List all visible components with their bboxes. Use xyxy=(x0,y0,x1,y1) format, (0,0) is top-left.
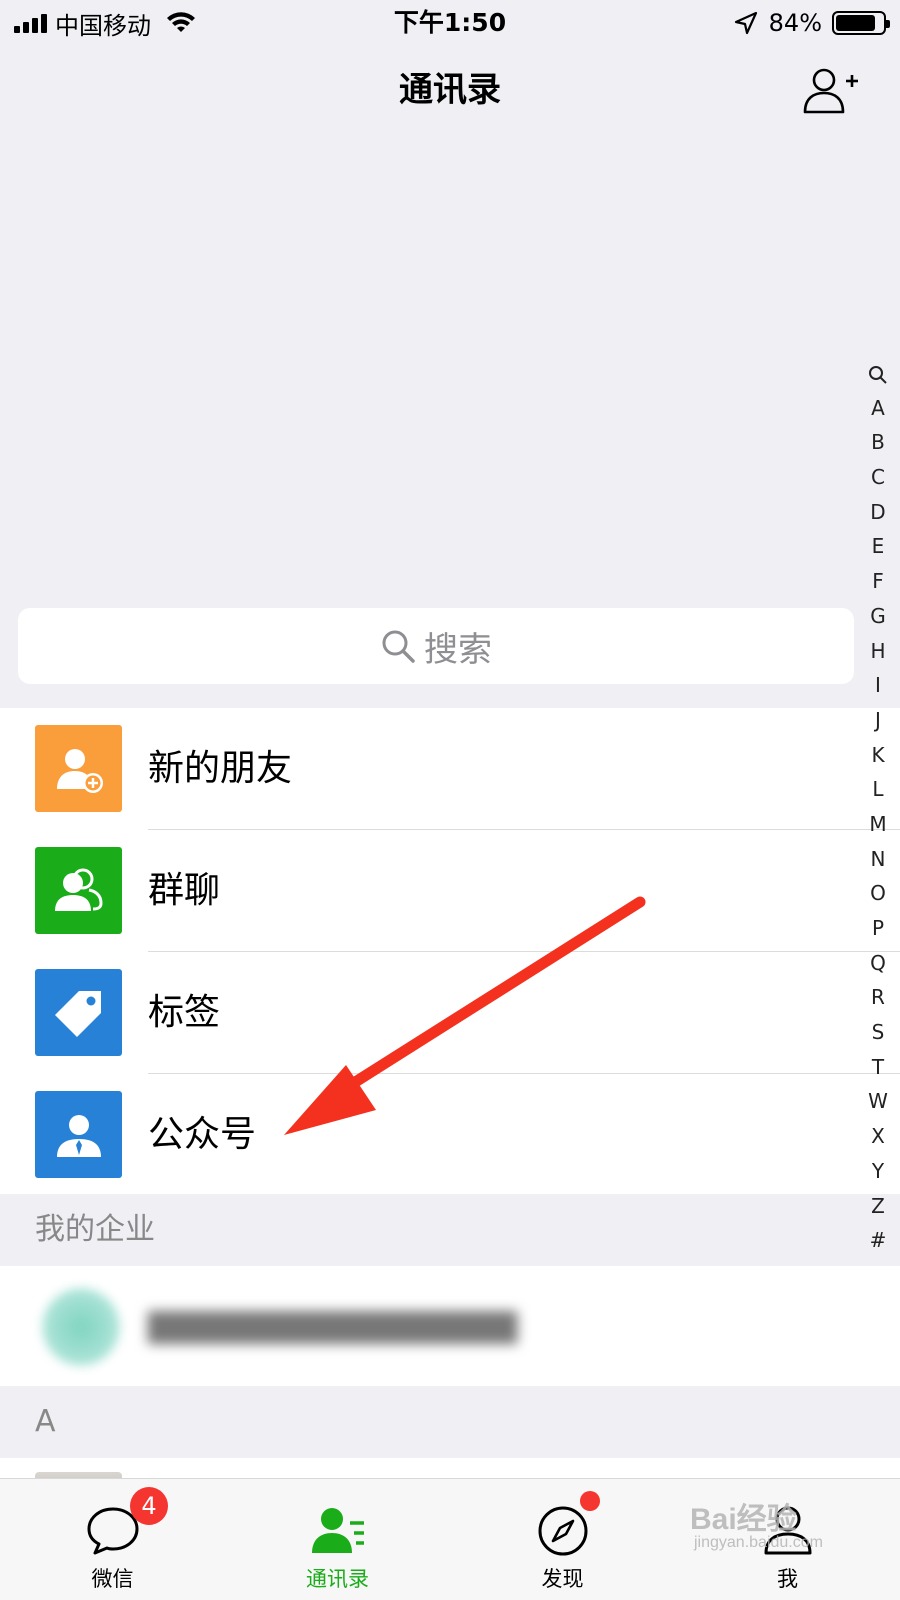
index-letter[interactable]: X xyxy=(864,1119,892,1154)
alphabet-index[interactable]: A B C D E F G H I J K L M N O P Q R S T W X Y Z # xyxy=(864,356,892,1258)
avatar xyxy=(42,1288,120,1366)
watermark: Bai经验 xyxy=(690,1503,797,1536)
notification-dot xyxy=(580,1491,600,1511)
tab-label: 发现 xyxy=(541,1567,584,1591)
search-input[interactable]: 搜索 xyxy=(18,608,854,684)
section-label: A xyxy=(35,1404,56,1439)
group-chat-label: 群聊 xyxy=(148,870,221,911)
index-letter[interactable]: # xyxy=(864,1223,892,1258)
index-letter[interactable]: Y xyxy=(864,1154,892,1189)
tab-contacts[interactable]: 通讯录 xyxy=(225,1479,450,1600)
tab-label: 我 xyxy=(777,1567,798,1591)
index-letter[interactable]: M xyxy=(864,807,892,842)
compass-icon xyxy=(538,1506,587,1556)
watermark-url: jingyan.baidu.com xyxy=(694,1534,823,1551)
index-letter[interactable]: N xyxy=(864,842,892,877)
index-letter[interactable]: D xyxy=(864,495,892,530)
index-letter[interactable]: K xyxy=(864,738,892,773)
index-letter[interactable]: G xyxy=(864,599,892,634)
new-friends-item[interactable]: 新的朋友 xyxy=(0,708,900,830)
index-letter[interactable]: I xyxy=(864,668,892,703)
index-letter[interactable]: S xyxy=(864,1015,892,1050)
index-letter[interactable]: T xyxy=(864,1050,892,1085)
index-letter[interactable]: R xyxy=(864,980,892,1015)
function-list: 新的朋友 群聊 标签 公众号 xyxy=(0,708,900,1196)
group-chat-icon xyxy=(35,847,122,934)
new-friends-label: 新的朋友 xyxy=(148,748,293,789)
index-letter[interactable]: O xyxy=(864,876,892,911)
index-letter[interactable]: J xyxy=(864,703,892,738)
page-title: 通讯录 xyxy=(399,70,501,110)
tags-item[interactable]: 标签 xyxy=(0,952,900,1074)
tab-chats[interactable]: 4 微信 xyxy=(0,1479,225,1600)
search-icon xyxy=(382,630,415,663)
section-header-enterprise: 我的企业 xyxy=(0,1194,900,1266)
unread-badge: 4 xyxy=(130,1487,168,1525)
index-letter[interactable]: A xyxy=(864,391,892,426)
location-icon xyxy=(734,11,757,35)
index-letter[interactable]: L xyxy=(864,772,892,807)
index-letter[interactable]: B xyxy=(864,425,892,460)
status-bar: 中国移动 下午1:50 84% xyxy=(0,0,900,44)
tags-label: 标签 xyxy=(148,992,221,1033)
add-contact-icon[interactable] xyxy=(802,66,858,116)
search-placeholder: 搜索 xyxy=(424,629,492,670)
index-letter[interactable]: H xyxy=(864,634,892,669)
tag-icon xyxy=(35,969,122,1056)
contacts-icon xyxy=(311,1508,364,1553)
tab-discover[interactable]: 发现 xyxy=(450,1479,675,1600)
tab-label: 通讯录 xyxy=(306,1567,369,1591)
index-letter[interactable]: E xyxy=(864,529,892,564)
index-letter[interactable]: Q xyxy=(864,946,892,981)
new-friend-icon xyxy=(35,725,122,812)
index-letter[interactable]: Z xyxy=(864,1189,892,1224)
nav-bar: 通讯录 xyxy=(0,44,900,140)
battery-icon xyxy=(832,11,890,35)
index-letter[interactable]: P xyxy=(864,911,892,946)
section-header-a: A xyxy=(0,1386,900,1458)
official-accounts-item[interactable]: 公众号 xyxy=(0,1074,900,1196)
section-label: 我的企业 xyxy=(35,1212,155,1247)
index-letter[interactable]: W xyxy=(864,1084,892,1119)
index-letter[interactable]: F xyxy=(864,564,892,599)
index-letter[interactable]: C xyxy=(864,460,892,495)
enterprise-name-blurred: ▇▇▇▇▇▇▇▇▇▇▇▇▇▇▇ xyxy=(148,1306,518,1344)
official-account-icon xyxy=(35,1091,122,1178)
official-accounts-label: 公众号 xyxy=(148,1114,257,1155)
group-chat-item[interactable]: 群聊 xyxy=(0,830,900,952)
enterprise-item[interactable]: ▇▇▇▇▇▇▇▇▇▇▇▇▇▇▇ xyxy=(0,1266,900,1386)
index-search-icon[interactable] xyxy=(864,356,892,391)
battery-percent: 84% xyxy=(768,9,822,37)
tab-label: 微信 xyxy=(91,1567,134,1591)
